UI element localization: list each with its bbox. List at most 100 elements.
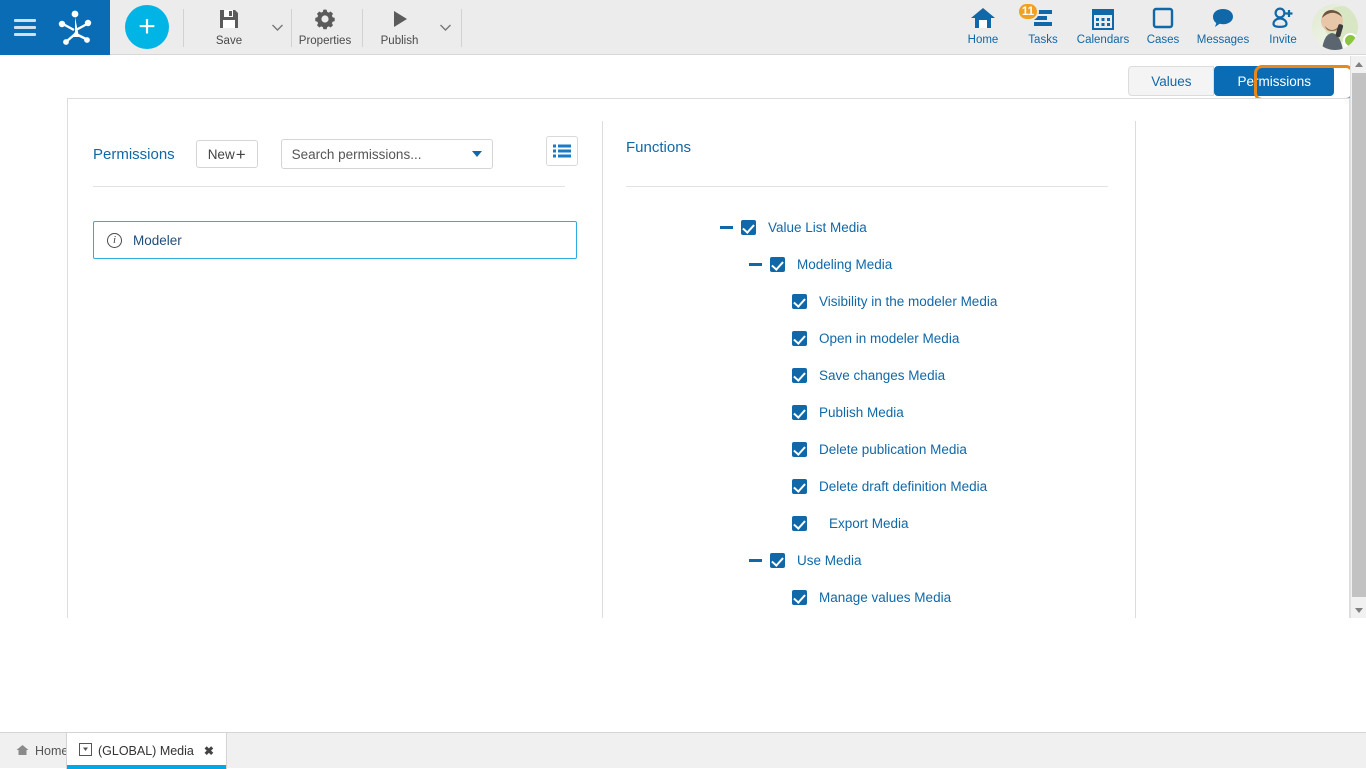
collapse-minus-icon[interactable] [720, 221, 733, 234]
nav-calendars-label: Calendars [1077, 34, 1129, 46]
list-view-button[interactable] [546, 136, 578, 166]
info-icon: i [107, 233, 122, 248]
gear-icon [314, 6, 336, 32]
save-icon [218, 6, 240, 32]
tree-node-label[interactable]: Open in modeler Media [819, 331, 959, 346]
tree-node-checkbox[interactable] [741, 220, 756, 235]
nav-cases[interactable]: Cases [1133, 5, 1193, 51]
tree-node-checkbox[interactable] [792, 405, 807, 420]
tree-node-checkbox[interactable] [792, 331, 807, 346]
speech-bubble-icon [1211, 5, 1235, 31]
toolbar-separator-3 [362, 9, 363, 47]
tree-node-label[interactable]: Save changes Media [819, 368, 945, 383]
nav-tasks-label: Tasks [1028, 34, 1057, 46]
nav-messages-label: Messages [1197, 34, 1249, 46]
nav-invite[interactable]: Invite [1253, 5, 1313, 51]
save-label: Save [216, 35, 242, 47]
taskbar-item-global-media[interactable]: (GLOBAL) Media ✖ [66, 733, 227, 769]
list-view-icon [553, 144, 571, 158]
left-divider [93, 186, 565, 187]
scroll-down-arrow-icon[interactable] [1351, 602, 1366, 618]
tree-node[interactable]: Manage values Media [626, 579, 1186, 616]
functions-title: Functions [626, 139, 691, 156]
tree-node-checkbox[interactable] [770, 257, 785, 272]
tree-node-label[interactable]: Use Media [797, 553, 862, 568]
vertical-scrollbar[interactable] [1350, 56, 1366, 618]
chevron-down-icon[interactable] [472, 151, 482, 157]
close-icon[interactable]: ✖ [204, 744, 214, 758]
scrollbar-thumb[interactable] [1352, 73, 1366, 597]
tab-group: Values Permissions [1128, 66, 1334, 96]
tree-node-checkbox[interactable] [792, 294, 807, 309]
tree-node[interactable]: Visibility in the modeler Media [626, 283, 1186, 320]
nav-messages[interactable]: Messages [1193, 5, 1253, 51]
page-title: Permissions [93, 146, 175, 163]
tab-values[interactable]: Values [1128, 66, 1214, 96]
right-divider [626, 186, 1108, 187]
tree-node[interactable]: Value List Media [626, 209, 1186, 246]
tree-node-label[interactable]: Manage values Media [819, 590, 951, 605]
tree-node-label[interactable]: Publish Media [819, 405, 904, 420]
functions-tree: Value List Media Modeling Media Visibility… [626, 209, 1186, 616]
tree-node[interactable]: Delete publication Media [626, 431, 1186, 468]
nav-tasks[interactable]: 11 Tasks [1013, 5, 1073, 51]
tree-node-checkbox[interactable] [792, 516, 807, 531]
calendar-icon [1091, 5, 1115, 31]
nav-home-label: Home [968, 34, 999, 46]
nav-invite-label: Invite [1269, 34, 1297, 46]
permission-item-label: Modeler [133, 233, 182, 248]
home-small-icon [16, 744, 29, 759]
tree-node-label[interactable]: Delete draft definition Media [819, 479, 987, 494]
scroll-up-arrow-icon[interactable] [1351, 56, 1366, 72]
cases-square-icon [1152, 5, 1174, 31]
tree-node-label[interactable]: Value List Media [768, 220, 867, 235]
publish-caret-icon[interactable] [436, 18, 454, 36]
permissions-panel: Permissions New + Search permissions... [67, 98, 1350, 618]
hamburger-icon[interactable] [14, 19, 36, 36]
tree-node-label[interactable]: Export Media [829, 516, 909, 531]
tree-node[interactable]: Export Media [626, 505, 1186, 542]
tasks-badge: 11 [1017, 2, 1039, 21]
tree-node[interactable]: Use Media [626, 542, 1186, 579]
content-viewport: Permissions New + Search permissions... [0, 98, 1350, 618]
online-status-dot [1343, 33, 1358, 48]
add-button[interactable]: + [125, 5, 169, 49]
search-permissions-input[interactable]: Search permissions... [281, 139, 493, 169]
tree-node-label[interactable]: Delete publication Media [819, 442, 967, 457]
save-caret-icon[interactable] [268, 18, 286, 36]
nav-home[interactable]: Home [953, 5, 1013, 51]
new-permission-button[interactable]: New + [196, 140, 258, 168]
tab-strip: Values Permissions [0, 56, 1350, 98]
plus-icon: + [236, 146, 246, 163]
home-icon [970, 5, 996, 31]
tree-node[interactable]: Save changes Media [626, 357, 1186, 394]
tree-node-checkbox[interactable] [792, 368, 807, 383]
tree-node-checkbox[interactable] [792, 479, 807, 494]
tasks-icon: 11 [1013, 5, 1073, 31]
toolbar-separator-1 [183, 9, 184, 47]
nav-calendars[interactable]: Calendars [1073, 5, 1133, 51]
tree-node-checkbox[interactable] [770, 553, 785, 568]
tree-node[interactable]: Open in modeler Media [626, 320, 1186, 357]
tree-node[interactable]: Publish Media [626, 394, 1186, 431]
tree-node[interactable]: Delete draft definition Media [626, 468, 1186, 505]
app-logo-icon[interactable] [54, 8, 96, 48]
permission-item-modeler[interactable]: i Modeler [93, 221, 577, 259]
collapse-minus-icon[interactable] [749, 258, 762, 271]
properties-button[interactable]: Properties [290, 6, 360, 50]
tree-node-checkbox[interactable] [792, 442, 807, 457]
avatar[interactable] [1312, 4, 1358, 50]
tree-node-label[interactable]: Modeling Media [797, 257, 892, 272]
tree-node[interactable]: Modeling Media [626, 246, 1186, 283]
collapse-minus-icon[interactable] [749, 554, 762, 567]
publish-button[interactable]: Publish [372, 6, 427, 50]
person-add-icon [1271, 5, 1295, 31]
taskbar-item-home-label: Home [35, 744, 68, 758]
play-icon [390, 6, 410, 32]
toolbar-separator-4 [461, 9, 462, 47]
tree-node-checkbox[interactable] [792, 590, 807, 605]
tab-permissions[interactable]: Permissions [1214, 66, 1334, 96]
doc-small-icon [79, 743, 92, 759]
tree-node-label[interactable]: Visibility in the modeler Media [819, 294, 997, 309]
save-button[interactable]: Save [205, 6, 253, 50]
